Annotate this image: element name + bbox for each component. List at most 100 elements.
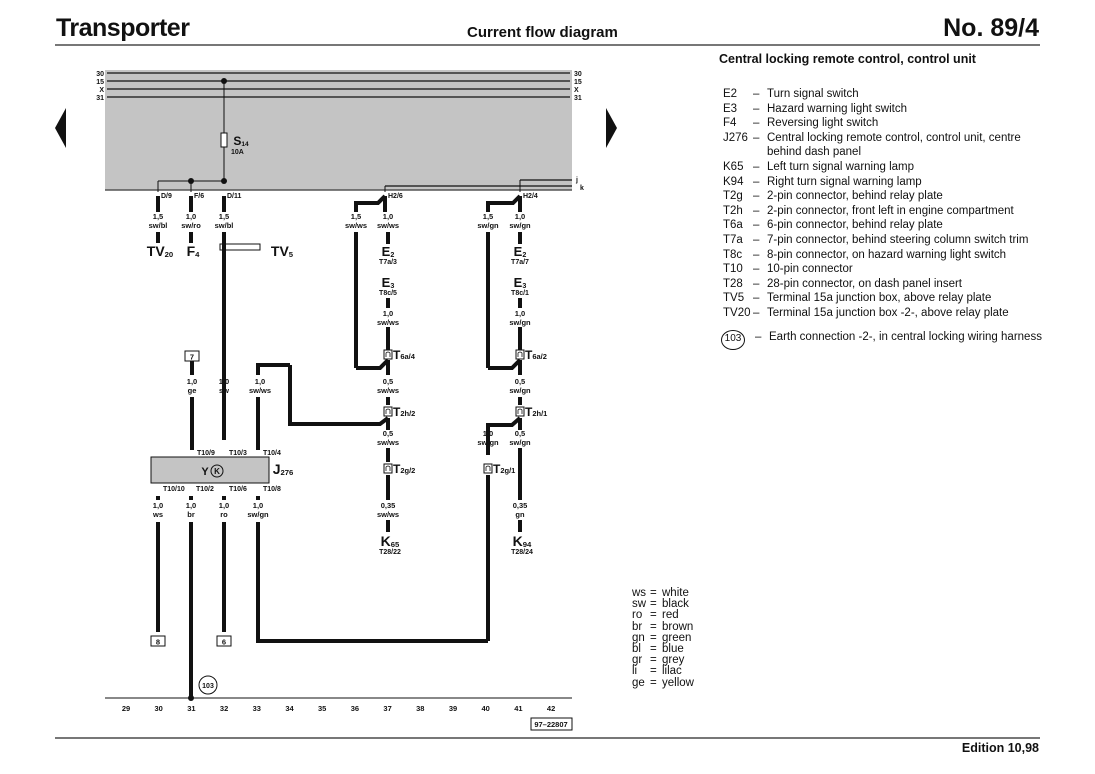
bus-label: k bbox=[580, 185, 584, 192]
wire-size-label: 1,0 bbox=[383, 212, 393, 221]
wire bbox=[256, 363, 290, 375]
control-unit-pin: T10/4 bbox=[263, 450, 281, 457]
control-unit-pin: T10/6 bbox=[229, 486, 247, 493]
bus-label: 31 bbox=[96, 95, 104, 102]
junction-dot bbox=[221, 178, 227, 184]
wire-color-label: sw/ws bbox=[377, 221, 399, 230]
relay-plate-area bbox=[105, 70, 572, 190]
ground-dot bbox=[188, 695, 194, 701]
relay-terminal-label: H2/4 bbox=[523, 193, 538, 200]
wire-size-label: 1,0 bbox=[186, 212, 196, 221]
relay-terminal-label: D/9 bbox=[161, 193, 172, 200]
component-j276: J276 bbox=[273, 461, 294, 477]
wire-size-label: 1,0 bbox=[383, 309, 393, 318]
component-e3-right: E3 bbox=[514, 275, 527, 290]
track-number: 39 bbox=[449, 704, 457, 713]
wire-size-label: 1,0 bbox=[219, 501, 229, 510]
connector-label: T2h/2 bbox=[393, 405, 415, 419]
wire-size-label: 0,5 bbox=[515, 429, 525, 438]
connector-icon bbox=[515, 406, 525, 417]
track-number: 35 bbox=[318, 704, 326, 713]
pin-label: T28/24 bbox=[511, 549, 533, 556]
control-unit-j276 bbox=[150, 456, 270, 484]
connector-label: T2h/1 bbox=[525, 405, 547, 419]
pin-label: T7a/7 bbox=[511, 259, 529, 266]
wire-color-label: sw/ws bbox=[345, 221, 367, 230]
wire-size-label: 0,5 bbox=[383, 377, 393, 386]
relay-terminal-label: D/11 bbox=[227, 193, 242, 200]
wire-color-label: sw/gn bbox=[509, 438, 531, 447]
component-tv5: TV5 bbox=[271, 243, 294, 259]
connector-icon bbox=[383, 349, 393, 360]
wire-size-label: 0,35 bbox=[513, 501, 528, 510]
bus-label: 30 bbox=[96, 71, 104, 78]
track-number: 30 bbox=[155, 704, 163, 713]
track-number: 31 bbox=[187, 704, 195, 713]
wire-size-label: 1,5 bbox=[351, 212, 361, 221]
track-number: 38 bbox=[416, 704, 424, 713]
wire-size-label: 1,0 bbox=[483, 429, 493, 438]
component-e3-left: E3 bbox=[382, 275, 395, 290]
connector-label: T6a/2 bbox=[525, 348, 547, 362]
track-number: 29 bbox=[122, 704, 130, 713]
ref-number: 8 bbox=[156, 638, 160, 647]
wire-size-label: 1,5 bbox=[153, 212, 163, 221]
drawing-number: 97–22807 bbox=[534, 720, 567, 729]
wire-color-label: sw/gn bbox=[509, 318, 531, 327]
wire-color-label: ws bbox=[152, 510, 163, 519]
track-number: 34 bbox=[285, 704, 294, 713]
connector-icon bbox=[383, 406, 393, 417]
track-number: 42 bbox=[547, 704, 555, 713]
wire-color-label: gn bbox=[515, 510, 525, 519]
wire-color-label: sw/bl bbox=[215, 221, 234, 230]
bus-label: 30 bbox=[574, 71, 582, 78]
pin-label: T28/22 bbox=[379, 549, 401, 556]
earth-point-label: 103 bbox=[202, 683, 214, 690]
wire-color-label: sw/gn bbox=[477, 221, 499, 230]
track-number: 32 bbox=[220, 704, 228, 713]
wire-size-label: 1,5 bbox=[219, 212, 229, 221]
wire-j276-t2h bbox=[288, 365, 390, 426]
wire bbox=[356, 358, 390, 370]
wire-size-label: 0,5 bbox=[515, 377, 525, 386]
wire-color-label: ro bbox=[220, 510, 228, 519]
pin-label: T8c/1 bbox=[511, 290, 529, 297]
wire-size-label: 1,0 bbox=[186, 501, 196, 510]
key-icon-letter: K bbox=[214, 467, 220, 476]
wire-size-label: 1,5 bbox=[483, 212, 493, 221]
wire bbox=[354, 194, 387, 212]
wire-size-label: 1,0 bbox=[515, 309, 525, 318]
component-k94: K94 bbox=[513, 533, 532, 549]
fuse-icon bbox=[220, 132, 228, 148]
bus-label: 31 bbox=[574, 95, 582, 102]
wire-size-label: 1,0 bbox=[255, 377, 265, 386]
bus-label: X bbox=[574, 87, 579, 94]
bus-label: X bbox=[99, 87, 104, 94]
relay-terminal-label: H2/6 bbox=[388, 193, 403, 200]
wire-color-label: sw/bl bbox=[149, 221, 168, 230]
wire-size-label: 1,0 bbox=[187, 377, 197, 386]
connector-label: T2g/1 bbox=[493, 462, 515, 476]
connector-label: T6a/4 bbox=[393, 348, 416, 362]
ref-number: 6 bbox=[222, 638, 226, 647]
wire-color-label: sw bbox=[219, 386, 229, 395]
wire-color-label: sw/gn bbox=[509, 386, 531, 395]
pin-label: T7a/3 bbox=[379, 259, 397, 266]
wire-color-label: sw/gn bbox=[509, 221, 531, 230]
wire-j276-t2g bbox=[256, 522, 488, 643]
control-unit-pin: T10/3 bbox=[229, 450, 247, 457]
connector-icon bbox=[383, 463, 393, 474]
wire bbox=[488, 358, 522, 370]
control-unit-pin: T10/9 bbox=[197, 450, 215, 457]
wire bbox=[486, 194, 522, 212]
track-number: 36 bbox=[351, 704, 359, 713]
wire-color-label: sw/gn bbox=[247, 510, 269, 519]
pin-label: T8c/5 bbox=[379, 290, 397, 297]
connector-icon bbox=[483, 463, 493, 474]
component-k65: K65 bbox=[381, 533, 400, 549]
wire-size-label: 0,5 bbox=[383, 429, 393, 438]
wire-size-label: 1,0 bbox=[515, 212, 525, 221]
wire-size-label: 1,0 bbox=[253, 501, 263, 510]
component-f4: F4 bbox=[187, 243, 201, 259]
wire-color-label: sw/ws bbox=[377, 318, 399, 327]
